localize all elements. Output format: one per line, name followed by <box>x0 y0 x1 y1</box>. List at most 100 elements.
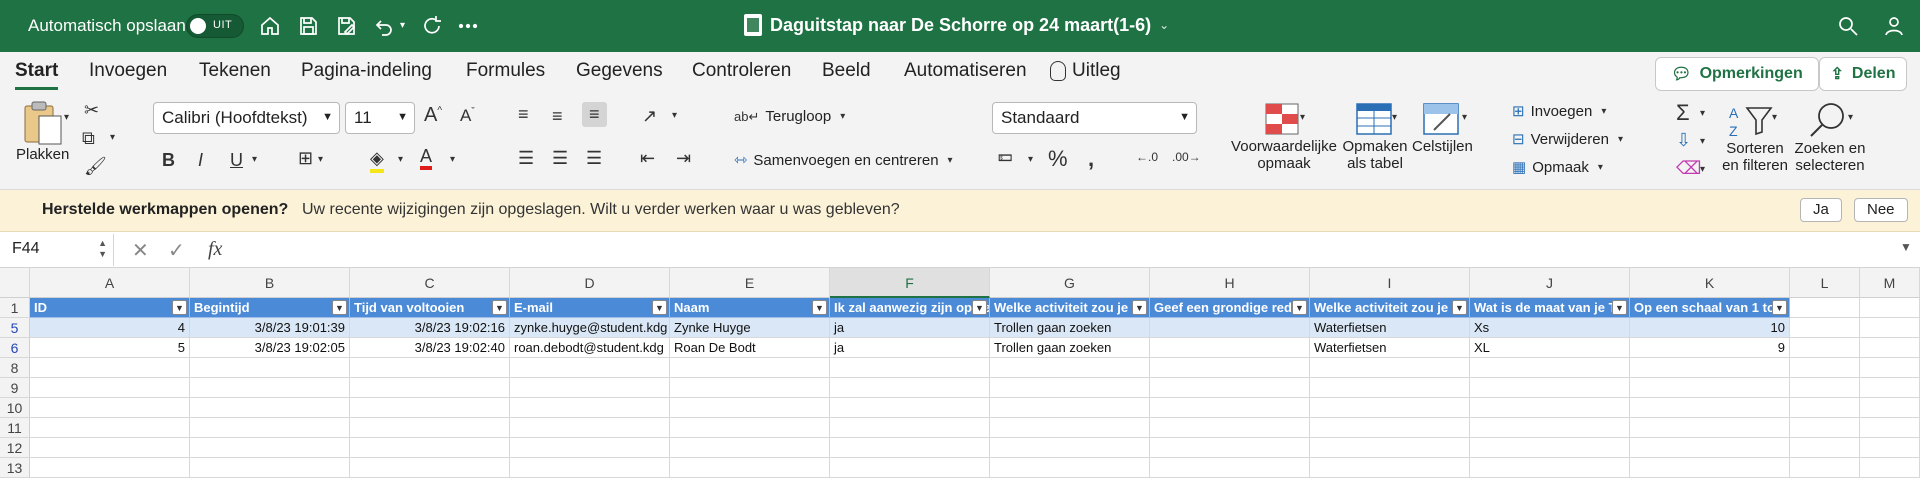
empty-cell[interactable] <box>670 438 830 458</box>
document-title[interactable]: Daguitstap naar De Schorre op 24 maart(1… <box>744 14 1169 36</box>
fill-dropdown-icon[interactable]: ▾ <box>398 154 403 165</box>
empty-cell[interactable] <box>830 458 990 478</box>
align-right-icon[interactable]: ☰ <box>586 148 602 169</box>
autosum-dropdown-icon[interactable]: ▾ <box>1700 108 1705 119</box>
format-painter-icon[interactable]: 🖌︎ <box>84 156 107 177</box>
paste-button[interactable]: Plakken <box>16 100 69 163</box>
filter-dropdown-icon[interactable]: ▼ <box>812 300 827 315</box>
align-middle-icon[interactable]: ≡ <box>552 106 563 127</box>
row-header-12[interactable]: 12 <box>0 438 30 458</box>
empty-cell[interactable] <box>830 358 990 378</box>
row-header-11[interactable]: 11 <box>0 418 30 438</box>
empty-cell[interactable] <box>510 438 670 458</box>
row-header-1[interactable]: 1 <box>0 298 30 318</box>
empty-cell[interactable] <box>190 438 350 458</box>
table-cell[interactable]: Waterfietsen <box>1310 338 1470 358</box>
format-cells-button[interactable]: ▦ Opmaak ▾ <box>1512 158 1603 177</box>
empty-cell[interactable] <box>1630 438 1790 458</box>
table-cell[interactable]: Zynke Huyge <box>670 318 830 338</box>
column-header-c[interactable]: C <box>350 268 510 298</box>
filter-dropdown-icon[interactable]: ▼ <box>1612 300 1627 315</box>
empty-cell[interactable] <box>670 358 830 378</box>
redo-icon[interactable] <box>418 12 446 40</box>
row-header-8[interactable]: 8 <box>0 358 30 378</box>
increase-indent-icon[interactable]: ⇥ <box>676 148 691 169</box>
empty-cell[interactable] <box>830 418 990 438</box>
tab-controleren[interactable]: Controleren <box>692 60 791 82</box>
empty-cell[interactable] <box>350 418 510 438</box>
filter-dropdown-icon[interactable]: ▼ <box>1132 300 1147 315</box>
empty-cell[interactable] <box>1630 458 1790 478</box>
fill-icon[interactable]: ⇩ <box>1676 130 1691 151</box>
borders-icon[interactable]: ⊞ <box>298 148 313 169</box>
decrease-indent-icon[interactable]: ⇤ <box>640 148 655 169</box>
fill-color-icon[interactable]: ◈ <box>370 148 384 173</box>
empty-cell[interactable] <box>1470 378 1630 398</box>
empty-cell[interactable] <box>30 458 190 478</box>
account-icon[interactable] <box>1880 12 1908 40</box>
sort-filter-button[interactable]: A Z Sorteren en filteren <box>1718 100 1792 174</box>
filter-dropdown-icon[interactable]: ▼ <box>172 300 187 315</box>
align-left-icon[interactable]: ☰ <box>518 148 534 169</box>
table-cell[interactable] <box>1790 318 1860 338</box>
empty-cell[interactable] <box>990 378 1150 398</box>
empty-cell[interactable] <box>1150 398 1310 418</box>
empty-cell[interactable] <box>190 398 350 418</box>
table-header-cell[interactable]: Tijd van voltooien ▼ <box>350 298 510 318</box>
empty-cell[interactable] <box>990 418 1150 438</box>
undo-icon[interactable] <box>370 12 398 40</box>
orientation-dropdown-icon[interactable]: ▾ <box>672 110 677 121</box>
table-cell[interactable] <box>1150 318 1310 338</box>
enter-icon[interactable]: ✓ <box>168 238 185 263</box>
empty-cell[interactable] <box>30 358 190 378</box>
empty-cell[interactable] <box>1860 458 1920 478</box>
row-header-10[interactable]: 10 <box>0 398 30 418</box>
clear-icon[interactable]: ⌫ <box>1676 158 1701 179</box>
percent-icon[interactable]: % <box>1048 146 1068 172</box>
formula-input[interactable] <box>246 240 1846 262</box>
table-cell[interactable]: 3/8/23 19:02:16 <box>350 318 510 338</box>
empty-cell[interactable] <box>1470 398 1630 418</box>
table-header-cell[interactable]: ID ▼ <box>30 298 190 318</box>
empty-cell[interactable] <box>30 418 190 438</box>
tab-uitleg[interactable]: Uitleg <box>1050 60 1121 82</box>
copy-icon[interactable]: ⧉ <box>82 128 95 149</box>
tab-formules[interactable]: Formules <box>466 60 545 82</box>
table-cell[interactable] <box>1860 338 1920 358</box>
column-header-h[interactable]: H <box>1150 268 1310 298</box>
borders-dropdown-icon[interactable]: ▾ <box>318 154 323 165</box>
table-header-cell[interactable]: Welke activiteit zou je ▼ <box>1310 298 1470 318</box>
clear-dropdown-icon[interactable]: ▾ <box>1700 164 1705 175</box>
empty-cell[interactable] <box>350 358 510 378</box>
cut-icon[interactable]: ✂ <box>84 100 99 121</box>
column-header-b[interactable]: B <box>190 268 350 298</box>
share-button[interactable]: ⇪ Delen <box>1819 57 1907 91</box>
table-cell[interactable]: Trollen gaan zoeken <box>990 338 1150 358</box>
save-as-icon[interactable] <box>332 12 360 40</box>
column-header-g[interactable]: G <box>990 268 1150 298</box>
autosave-toggle[interactable]: UIT <box>186 14 244 38</box>
empty-cell[interactable] <box>830 378 990 398</box>
empty-cell[interactable] <box>670 418 830 438</box>
tab-start[interactable]: Start <box>15 60 59 90</box>
empty-cell[interactable] <box>1790 438 1860 458</box>
row-header-5[interactable]: 5 <box>0 318 30 338</box>
expand-formula-icon[interactable]: ▼ <box>1900 240 1912 254</box>
tab-tekenen[interactable]: Tekenen <box>199 60 271 82</box>
autosum-icon[interactable]: Σ <box>1676 100 1690 126</box>
accounting-dropdown-icon[interactable]: ▾ <box>1028 154 1033 165</box>
table-cell[interactable]: Roan De Bodt <box>670 338 830 358</box>
align-center-icon[interactable]: ☰ <box>552 148 568 169</box>
sort-dropdown-icon[interactable]: ▾ <box>1772 112 1777 123</box>
table-cell[interactable] <box>1790 338 1860 358</box>
tab-gegevens[interactable]: Gegevens <box>576 60 663 82</box>
empty-cell[interactable] <box>350 398 510 418</box>
empty-cell[interactable] <box>1150 438 1310 458</box>
column-header-d[interactable]: D <box>510 268 670 298</box>
empty-cell[interactable] <box>1860 438 1920 458</box>
empty-cell[interactable] <box>190 378 350 398</box>
empty-cell[interactable] <box>1630 418 1790 438</box>
empty-cell[interactable] <box>1470 358 1630 378</box>
number-format-select[interactable]: Standaard ▼ <box>992 102 1197 134</box>
empty-cell[interactable] <box>190 418 350 438</box>
